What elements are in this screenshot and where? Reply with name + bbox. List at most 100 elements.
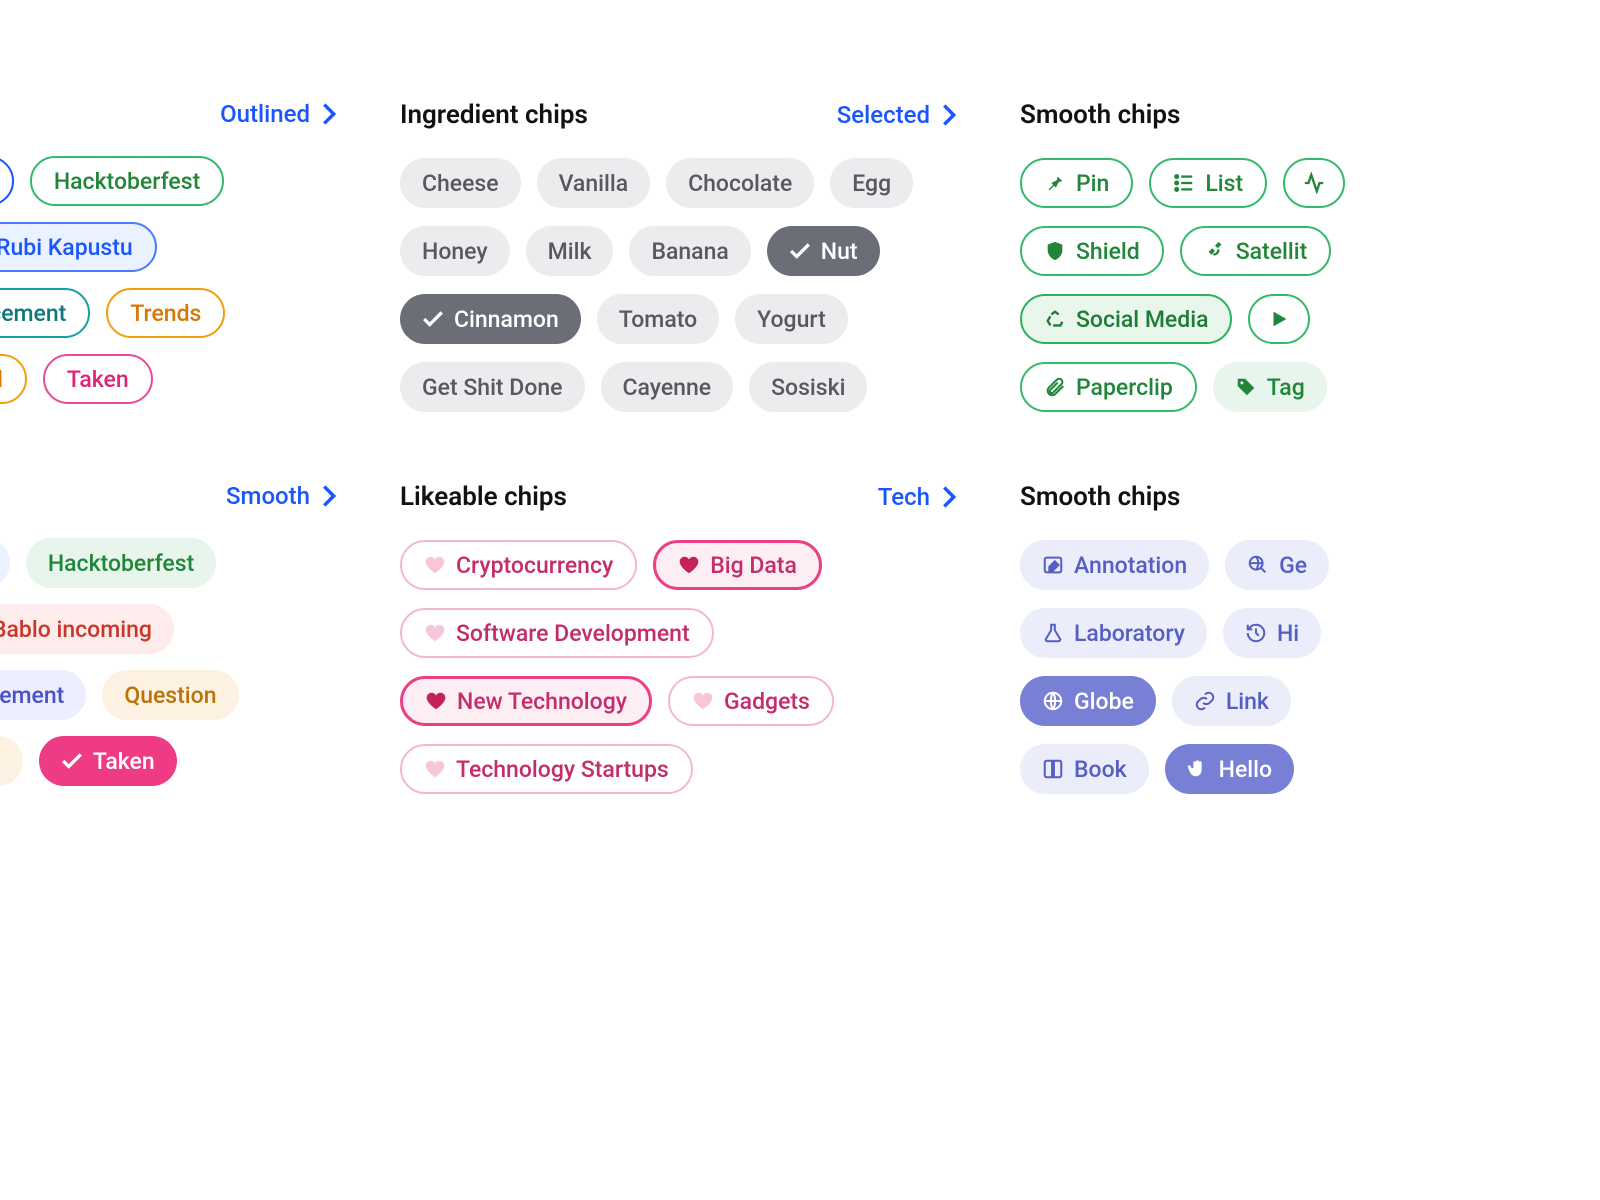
chip-bug[interactable]: ug (0, 156, 14, 206)
chip-label: Rubi Kapustu (0, 234, 133, 261)
chip-egg[interactable]: Egg (830, 158, 913, 208)
chip-techstartups[interactable]: Technology Startups (400, 744, 693, 794)
chip-yogurt[interactable]: Yogurt (735, 294, 848, 344)
link-label: Tech (878, 483, 930, 511)
activity-icon (1303, 172, 1325, 194)
chip-milk[interactable]: Milk (526, 226, 614, 276)
chip-activity[interactable] (1283, 158, 1345, 208)
link-smooth[interactable]: Smooth (226, 482, 340, 510)
chip-label: Link (1226, 688, 1269, 715)
chip-chocolate[interactable]: Chocolate (666, 158, 814, 208)
chip-annotation[interactable]: Annotation (1020, 540, 1209, 590)
section-ingredient: Ingredient chips Selected Cheese Vanilla… (400, 100, 960, 412)
chip-shield[interactable]: Shield (1020, 226, 1164, 276)
chip-social-media[interactable]: Social Media (1020, 294, 1232, 344)
chip-question[interactable]: Question (102, 670, 238, 720)
chip-gadgets[interactable]: Gadgets (668, 676, 834, 726)
chip-label: Globe (1074, 688, 1134, 715)
book-icon (1042, 758, 1064, 780)
chip-label: Software Development (456, 620, 690, 647)
chip-taken[interactable]: Taken (43, 354, 153, 404)
chip-banana[interactable]: Banana (629, 226, 750, 276)
section-title: Smooth chips (1020, 100, 1180, 130)
chip-label: Hi (1277, 620, 1299, 647)
chip-label: List (1205, 170, 1243, 197)
chip-laboratory[interactable]: Laboratory (1020, 608, 1207, 658)
chip-tomato[interactable]: Tomato (597, 294, 719, 344)
chip-cinnamon[interactable]: Cinnamon (400, 294, 581, 344)
chip-bablo[interactable]: Bablo incoming (0, 604, 174, 654)
chip-label: Cheese (422, 170, 499, 197)
chip-book[interactable]: Book (1020, 744, 1149, 794)
section-title: Likeable chips (400, 482, 567, 512)
chip-hacktoberfest2[interactable]: Hacktoberfest (26, 538, 216, 588)
chip-label: Banana (651, 238, 728, 265)
chip-honey[interactable]: Honey (400, 226, 510, 276)
chip-cayenne[interactable]: Cayenne (601, 362, 734, 412)
chip-label: Taken (67, 366, 129, 393)
chip-tag[interactable]: Tag (1213, 362, 1327, 412)
chip-invited[interactable]: ited (0, 354, 27, 404)
list-icon (1173, 172, 1195, 194)
globe-icon (1042, 690, 1064, 712)
chip-label: Question (124, 682, 216, 709)
chip-label: Milk (548, 238, 592, 265)
chip-rubi-kapustu[interactable]: Rubi Kapustu (0, 222, 157, 272)
chip-paperclip[interactable]: Paperclip (1020, 362, 1197, 412)
chip-pin[interactable]: Pin (1020, 158, 1133, 208)
chip-enhancement[interactable]: ancement (0, 288, 90, 338)
chip-label: Cayenne (623, 374, 712, 401)
search-globe-icon (1247, 554, 1269, 576)
chip-vanilla[interactable]: Vanilla (537, 158, 651, 208)
heart-icon (692, 690, 714, 712)
heart-icon (424, 758, 446, 780)
link-selected[interactable]: Selected (837, 101, 960, 129)
chip-enhancement2[interactable]: ancement (0, 670, 86, 720)
chip-link[interactable]: Link (1172, 676, 1291, 726)
chip-history[interactable]: Hi (1223, 608, 1321, 658)
section-outlined: Outlined ug Hacktoberfest Rubi Kapustu a… (0, 100, 340, 412)
chip-bug2[interactable]: ug (0, 538, 10, 588)
chip-label: Taken (93, 748, 155, 775)
chip-label: Get Shit Done (422, 374, 563, 401)
chip-label: ited (0, 748, 1, 775)
chip-hacktoberfest[interactable]: Hacktoberfest (30, 156, 224, 206)
history-icon (1245, 622, 1267, 644)
annotation-icon (1042, 554, 1064, 576)
chip-newtech[interactable]: New Technology (400, 676, 652, 726)
chip-hello[interactable]: Hello (1165, 744, 1294, 794)
chevron-right-icon (318, 103, 340, 125)
chip-globe[interactable]: Globe (1020, 676, 1156, 726)
chevron-right-icon (938, 104, 960, 126)
chip-getshitdone[interactable]: Get Shit Done (400, 362, 585, 412)
tag-icon (1235, 376, 1257, 398)
section-smooth-indigo: Smooth chips Annotation Ge Laboratory Hi… (1020, 482, 1480, 794)
chip-play[interactable] (1248, 294, 1310, 344)
chip-label: ancement (0, 300, 66, 327)
chip-satellite[interactable]: Satellit (1180, 226, 1332, 276)
link-tech[interactable]: Tech (878, 483, 960, 511)
chip-cheese[interactable]: Cheese (400, 158, 521, 208)
chip-nut[interactable]: Nut (767, 226, 880, 276)
chip-label: Nut (821, 238, 858, 265)
heart-icon (424, 554, 446, 576)
chip-label: Hacktoberfest (48, 550, 194, 577)
satellite-icon (1204, 240, 1226, 262)
link-outlined[interactable]: Outlined (220, 100, 340, 128)
chip-bigdata[interactable]: Big Data (653, 540, 822, 590)
chip-trends[interactable]: Trends (106, 288, 225, 338)
chevron-right-icon (318, 485, 340, 507)
shield-icon (1044, 240, 1066, 262)
chip-sosiski[interactable]: Sosiski (749, 362, 867, 412)
section-smooth-green: Smooth chips Pin List Shield Satellit So… (1020, 100, 1480, 412)
section-title: Smooth chips (1020, 482, 1180, 512)
chip-invited2[interactable]: ited (0, 736, 23, 786)
chip-geo[interactable]: Ge (1225, 540, 1329, 590)
paperclip-icon (1044, 376, 1066, 398)
check-icon (422, 310, 444, 328)
chip-taken2[interactable]: Taken (39, 736, 177, 786)
chip-softwaredev[interactable]: Software Development (400, 608, 714, 658)
chip-label: Hacktoberfest (54, 168, 200, 195)
chip-cryptocurrency[interactable]: Cryptocurrency (400, 540, 637, 590)
chip-list[interactable]: List (1149, 158, 1267, 208)
